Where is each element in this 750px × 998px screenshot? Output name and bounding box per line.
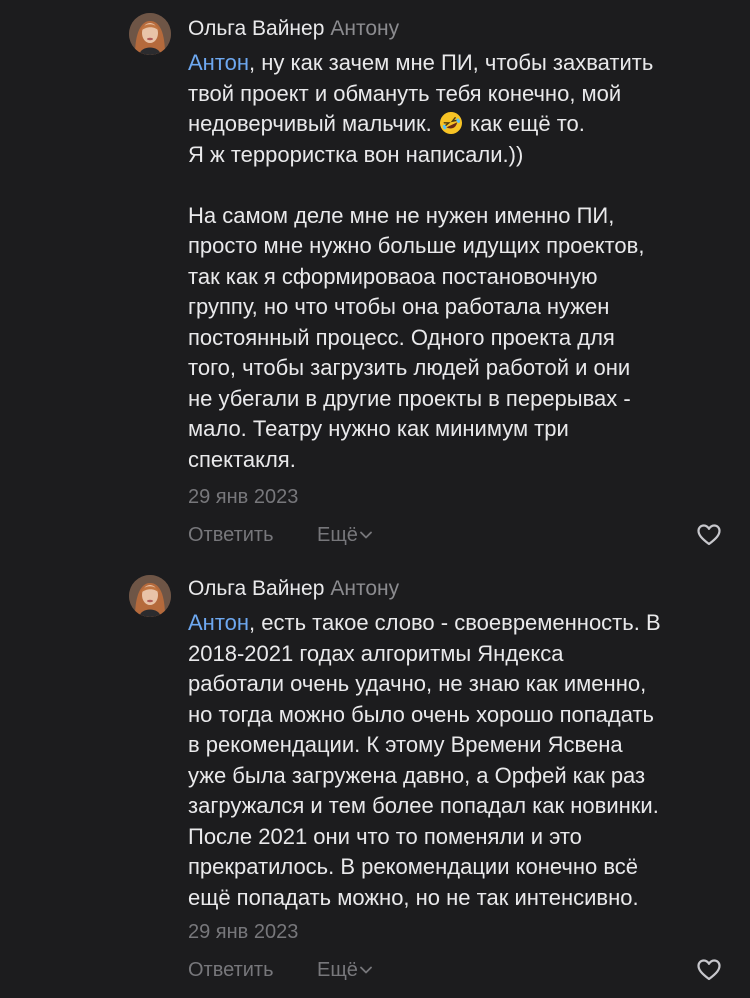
mention-link[interactable]: Антон	[188, 50, 249, 75]
more-label: Ещё	[317, 959, 358, 981]
comment: Ольга Вайнер Антону Антон, ну как зачем м…	[0, 0, 750, 565]
heart-icon[interactable]	[696, 522, 722, 548]
more-label: Ещё	[317, 524, 358, 546]
avatar[interactable]	[129, 13, 171, 55]
chevron-down-icon	[360, 966, 372, 974]
comment-text-part: как ещё то. Я ж террористка вон написали…	[188, 111, 645, 472]
reply-button[interactable]: Ответить	[188, 520, 274, 550]
chevron-down-icon	[360, 531, 372, 539]
comment-actions: Ответить Ещё	[188, 520, 722, 550]
rolling-on-floor-laughing-emoji	[439, 111, 463, 135]
heart-icon[interactable]	[696, 957, 722, 983]
comment-date: 29 янв 2023	[188, 486, 299, 508]
comment-date: 29 янв 2023	[188, 921, 299, 943]
comment-actions: Ответить Ещё	[188, 955, 722, 985]
comment-text: Антон, ну как зачем мне ПИ, чтобы захват…	[188, 48, 723, 475]
more-button[interactable]: Ещё	[317, 955, 372, 985]
reply-button[interactable]: Ответить	[188, 955, 274, 985]
reply-to-name[interactable]: Антону	[330, 17, 399, 40]
comment-header: Ольга Вайнер Антону	[188, 575, 720, 603]
comment-text-part: , есть такое слово - своевременность. В …	[188, 610, 661, 910]
author-name[interactable]: Ольга Вайнер	[188, 17, 324, 40]
comment: Ольга Вайнер Антону Антон, есть такое сло…	[0, 565, 750, 998]
avatar[interactable]	[129, 575, 171, 617]
reply-to-name[interactable]: Антону	[330, 577, 399, 600]
mention-link[interactable]: Антон	[188, 610, 249, 635]
author-name[interactable]: Ольга Вайнер	[188, 577, 324, 600]
comment-header: Ольга Вайнер Антону	[188, 15, 720, 43]
more-button[interactable]: Ещё	[317, 520, 372, 550]
comment-text: Антон, есть такое слово - своевременност…	[188, 608, 723, 913]
